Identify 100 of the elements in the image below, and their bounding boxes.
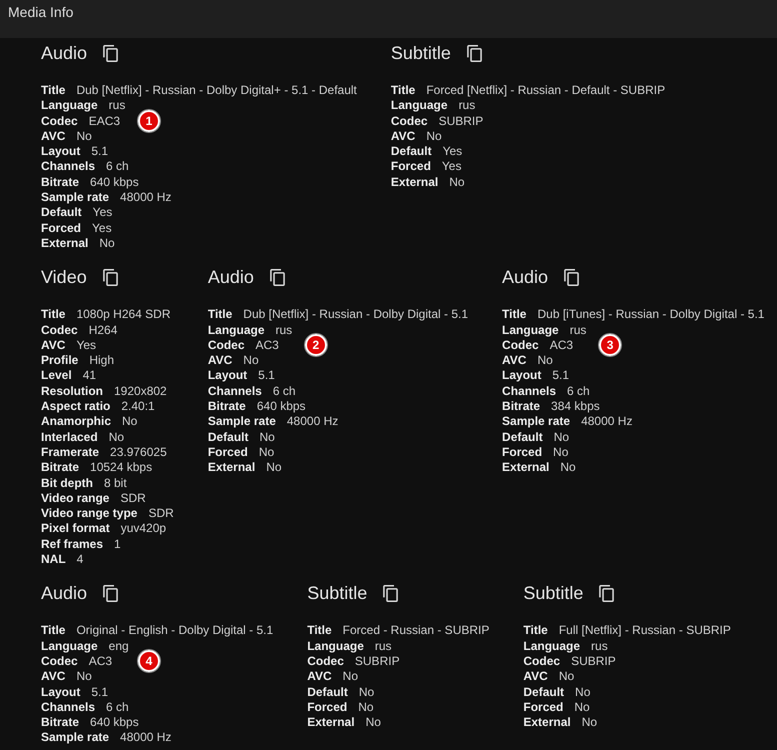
field-label: AVC	[41, 338, 66, 354]
field-label: Layout	[502, 368, 542, 384]
field-label: Title	[41, 623, 66, 639]
field-value: 640 kbps	[90, 715, 139, 730]
field-value: Forced [Netflix] - Russian - Default - SUBRIP	[426, 83, 666, 98]
field-value: No	[76, 128, 92, 144]
section-heading: Audio	[41, 582, 88, 606]
field-label: Ref frames	[41, 536, 104, 552]
copy-button[interactable]	[383, 584, 398, 602]
field-label: Layout	[208, 368, 248, 384]
field-value: eng	[108, 638, 129, 654]
field-label: Sample rate	[41, 190, 110, 206]
field-value: 5.1	[552, 368, 570, 384]
field-label: Language	[307, 638, 364, 654]
field-label: AVC	[523, 669, 548, 684]
field-label: Codec	[390, 114, 428, 129]
copy-button[interactable]	[270, 268, 285, 286]
section-heading: Audio	[502, 266, 548, 290]
field-label: Forced	[502, 444, 542, 460]
field-value: 41	[82, 368, 96, 384]
field-label: Title	[523, 623, 548, 639]
field-label: Level	[41, 368, 72, 384]
copy-button[interactable]	[103, 44, 118, 62]
field-value: AC3	[88, 654, 112, 670]
copy-button[interactable]	[466, 44, 482, 62]
field-value: rus	[276, 322, 292, 338]
field-label: Framerate	[41, 444, 100, 460]
field-label: AVC	[390, 128, 416, 144]
field-label: Bit depth	[41, 476, 93, 491]
field-label: Bitrate	[41, 460, 80, 476]
field-value: Full [Netflix] - Russian - SUBRIP	[558, 623, 731, 639]
field-value: 2.40:1	[121, 399, 155, 414]
field-value: 5.1	[91, 684, 108, 700]
copy-button[interactable]	[599, 584, 614, 602]
callout-marker: 2	[304, 334, 327, 356]
field-value: EAC3	[88, 114, 120, 129]
field-value: No	[574, 700, 590, 716]
field-label: External	[390, 174, 438, 190]
field-label: Sample rate	[208, 414, 276, 430]
field-label: Bitrate	[41, 174, 80, 190]
field-value: SDR	[148, 506, 174, 522]
field-value: No	[426, 128, 442, 144]
copy-button[interactable]	[103, 584, 118, 602]
field-value: 48000 Hz	[286, 414, 338, 430]
field-label: Channels	[502, 384, 556, 400]
field-label: External	[41, 236, 88, 252]
field-label: Profile	[41, 353, 78, 368]
copy-icon	[270, 268, 285, 286]
field-label: Bitrate	[208, 399, 246, 414]
copy-icon	[564, 268, 580, 286]
callout-marker: 3	[599, 334, 622, 356]
field-label: Language	[390, 98, 448, 114]
field-label: Forced	[41, 220, 82, 236]
field-value: 5.1	[258, 368, 275, 384]
field-label: Forced	[523, 700, 564, 716]
field-label: Layout	[41, 684, 80, 700]
field-label: NAL	[41, 552, 66, 568]
field-label: Title	[41, 307, 66, 323]
field-value: No	[537, 353, 553, 368]
field-label: Channels	[208, 384, 262, 400]
field-value: 48000 Hz	[120, 730, 172, 746]
field-label: Codec	[41, 114, 78, 129]
callout-marker: 4	[138, 650, 160, 672]
field-label: Forced	[307, 700, 348, 716]
copy-button[interactable]	[564, 268, 580, 286]
field-label: Codec	[208, 338, 245, 354]
field-label: Codec	[41, 654, 78, 670]
field-label: Video range type	[41, 506, 138, 522]
field-label: Codec	[502, 338, 539, 354]
field-label: Default	[41, 205, 82, 221]
field-value: rus	[374, 638, 392, 654]
field-label: Forced	[208, 444, 248, 460]
field-label: Codec	[41, 322, 78, 338]
copy-icon	[466, 44, 482, 62]
field-label: Default	[502, 430, 543, 445]
field-label: Anamorphic	[41, 414, 112, 430]
section-heading: Audio	[208, 266, 254, 290]
field-label: Bitrate	[41, 715, 80, 730]
field-value: 48000 Hz	[581, 414, 632, 430]
field-value: No	[342, 669, 358, 684]
field-label: External	[502, 460, 550, 476]
field-label: Default	[307, 684, 348, 700]
field-value: Yes	[92, 220, 112, 236]
field-value: rus	[570, 322, 586, 338]
field-label: Pixel format	[41, 521, 110, 537]
copy-icon	[103, 44, 118, 62]
field-value: No	[560, 460, 576, 476]
field-value: 10524 kbps	[90, 460, 152, 476]
field-value: SDR	[120, 490, 146, 506]
field-value: 6 ch	[106, 159, 129, 175]
field-label: Title	[307, 623, 332, 639]
field-value: 6 ch	[106, 700, 129, 716]
field-label: Default	[523, 684, 564, 700]
section-heading: Subtitle	[390, 42, 451, 65]
field-value: Yes	[92, 205, 112, 221]
field-value: 1080p H264 SDR	[76, 307, 171, 323]
copy-button[interactable]	[102, 268, 118, 286]
field-value: High	[89, 353, 114, 368]
field-label: Bitrate	[502, 399, 540, 414]
callout-marker: 1	[138, 110, 160, 132]
